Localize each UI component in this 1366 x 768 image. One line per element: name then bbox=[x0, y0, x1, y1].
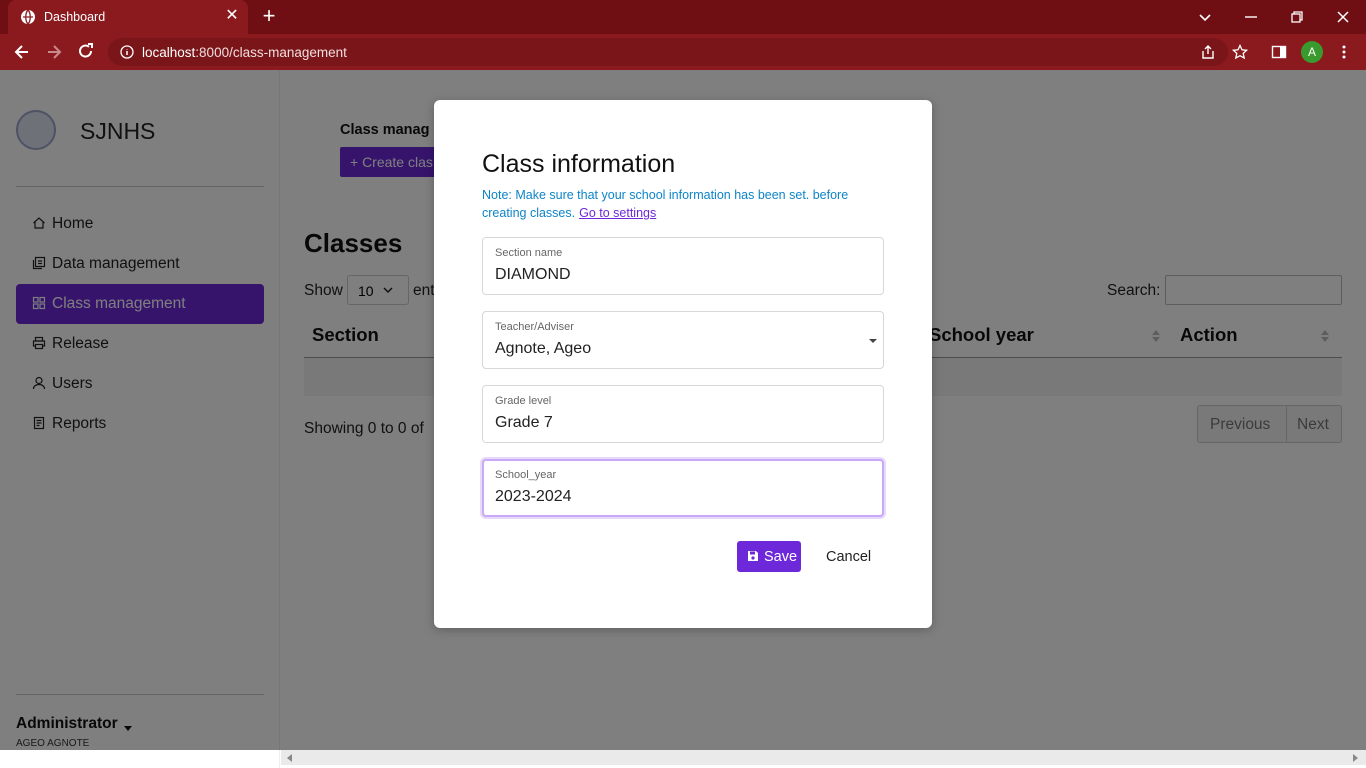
modal-note: Note: Make sure that your school informa… bbox=[482, 186, 892, 222]
class-information-modal: Class information Note: Make sure that y… bbox=[434, 100, 932, 628]
restore-icon[interactable] bbox=[1286, 6, 1308, 28]
caret-down-icon bbox=[869, 339, 877, 343]
profile-avatar[interactable]: A bbox=[1301, 41, 1323, 63]
bookmark-star-icon[interactable] bbox=[1232, 44, 1248, 60]
section-name-field[interactable]: Section name DIAMOND bbox=[482, 237, 884, 295]
field-label: Teacher/Adviser bbox=[495, 321, 574, 333]
field-value: 2023-2024 bbox=[495, 488, 572, 505]
new-tab-icon[interactable]: + bbox=[258, 5, 280, 28]
grade-level-field[interactable]: Grade level Grade 7 bbox=[482, 385, 884, 443]
field-value: DIAMOND bbox=[495, 266, 571, 283]
browser-toolbar: localhost:8000/class-management bbox=[0, 34, 1366, 70]
field-value: Grade 7 bbox=[495, 414, 553, 431]
field-label: Grade level bbox=[495, 395, 552, 407]
save-label: Save bbox=[764, 549, 798, 565]
forward-arrow-icon[interactable] bbox=[44, 42, 64, 62]
share-icon[interactable] bbox=[1200, 44, 1216, 60]
back-arrow-icon[interactable] bbox=[12, 42, 32, 62]
tab-search-icon[interactable] bbox=[1194, 6, 1216, 28]
field-value: Agnote, Ageo bbox=[495, 340, 592, 357]
teacher-adviser-select[interactable]: Teacher/Adviser Agnote, Ageo bbox=[482, 311, 884, 369]
go-to-settings-link[interactable]: Go to settings bbox=[579, 206, 656, 220]
save-button[interactable]: Save bbox=[737, 541, 801, 572]
globe-icon bbox=[21, 9, 35, 25]
url-host: localhost bbox=[142, 45, 196, 60]
minimize-icon[interactable] bbox=[1240, 6, 1262, 28]
floppy-disk-icon bbox=[748, 551, 758, 561]
info-icon[interactable] bbox=[120, 45, 134, 59]
browser-tab[interactable]: Dashboard ✕ bbox=[8, 0, 248, 34]
school-year-field[interactable]: School_year 2023-2024 bbox=[482, 459, 884, 517]
tab-close-icon[interactable]: ✕ bbox=[224, 8, 240, 24]
horizontal-scrollbar[interactable] bbox=[281, 750, 1366, 765]
tab-title: Dashboard bbox=[44, 10, 106, 24]
modal-title: Class information bbox=[482, 150, 676, 178]
reload-icon[interactable] bbox=[76, 42, 96, 62]
url-text: localhost:8000/class-management bbox=[142, 45, 347, 60]
browser-tab-strip: Dashboard ✕ + bbox=[0, 0, 1366, 34]
modal-note-text: Note: Make sure that your school informa… bbox=[482, 188, 849, 220]
url-path: :8000/class-management bbox=[195, 45, 347, 60]
address-bar[interactable]: localhost:8000/class-management bbox=[108, 38, 1228, 66]
kebab-menu-icon[interactable] bbox=[1336, 44, 1352, 60]
field-label: School_year bbox=[495, 469, 557, 481]
close-window-icon[interactable] bbox=[1332, 6, 1354, 28]
field-label: Section name bbox=[495, 247, 563, 259]
cancel-label: Cancel bbox=[826, 549, 872, 565]
scroll-left-icon[interactable] bbox=[287, 754, 292, 762]
side-panel-icon[interactable] bbox=[1271, 44, 1287, 60]
scroll-right-icon[interactable] bbox=[1353, 754, 1358, 762]
cancel-button[interactable]: Cancel bbox=[814, 541, 878, 572]
